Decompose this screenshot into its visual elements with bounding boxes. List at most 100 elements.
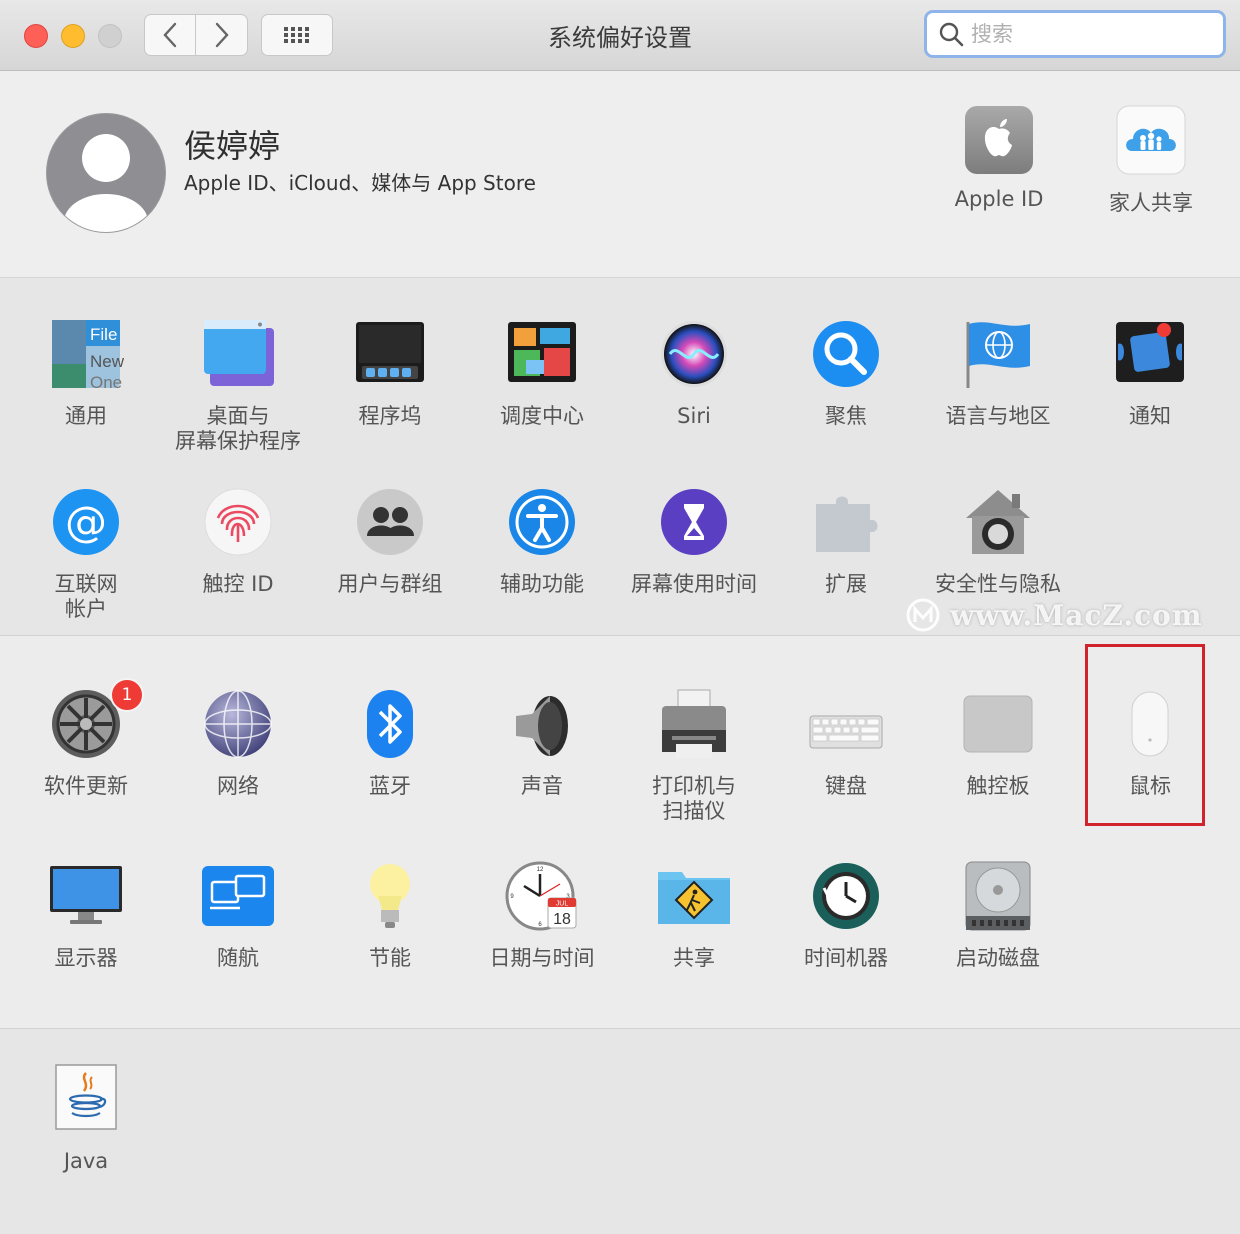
minimize-window-button[interactable] <box>61 24 85 48</box>
sharing-icon <box>658 872 730 924</box>
bluetooth-icon <box>367 690 413 758</box>
family-sharing-label: 家人共享 <box>1109 191 1193 215</box>
svg-text:12: 12 <box>537 867 544 873</box>
screen-time-label: 屏幕使用时间 <box>631 572 757 596</box>
pref-bluetooth[interactable]: 蓝牙 <box>314 686 466 799</box>
title-bar: 系统偏好设置 <box>0 0 1240 71</box>
grid-icon <box>284 27 309 43</box>
pref-trackpad[interactable]: 触控板 <box>922 686 1074 799</box>
chevron-left-icon <box>163 22 177 48</box>
pref-printers-scanners[interactable]: 打印机与 扫描仪 <box>618 686 770 824</box>
pref-touch-id[interactable]: 触控 ID <box>162 484 314 597</box>
pref-network[interactable]: 网络 <box>162 686 314 799</box>
pref-notifications[interactable]: 通知 <box>1074 316 1226 429</box>
calendar-month: JUL <box>556 901 569 908</box>
other-prefs-section: Java <box>0 1029 1240 1234</box>
apple-id-icon <box>965 106 1033 174</box>
security-privacy-label: 安全性与隐私 <box>935 572 1061 596</box>
close-window-button[interactable] <box>24 24 48 48</box>
language-region-icon <box>966 322 1030 388</box>
accessibility-label: 辅助功能 <box>500 572 584 596</box>
displays-icon <box>50 866 122 924</box>
user-avatar[interactable] <box>46 113 166 233</box>
pref-displays[interactable]: 显示器 <box>10 858 162 971</box>
energy-saver-label: 节能 <box>369 946 411 970</box>
users-groups-label: 用户与群组 <box>337 572 443 596</box>
pref-apple-id[interactable]: Apple ID <box>924 105 1074 211</box>
sound-label: 声音 <box>521 774 563 798</box>
startup-disk-icon <box>965 861 1031 931</box>
pref-users-groups[interactable]: 用户与群组 <box>314 484 466 597</box>
pref-dock[interactable]: 程序坞 <box>314 316 466 429</box>
keyboard-icon <box>809 715 883 749</box>
keyboard-label: 键盘 <box>825 774 867 798</box>
spotlight-icon <box>813 321 879 387</box>
siri-label: Siri <box>677 404 711 428</box>
account-header: 侯婷婷 Apple ID、iCloud、媒体与 App Store Apple … <box>0 71 1240 278</box>
user-name[interactable]: 侯婷婷 <box>184 121 280 167</box>
printers-scanners-label: 打印机与 扫描仪 <box>652 774 736 823</box>
extensions-label: 扩展 <box>825 572 867 596</box>
window-title: 系统偏好设置 <box>548 24 692 52</box>
accessibility-icon <box>509 489 575 555</box>
pref-keyboard[interactable]: 键盘 <box>770 686 922 799</box>
pref-java[interactable]: Java <box>10 1061 162 1174</box>
desktop-screensaver-icon <box>204 320 274 386</box>
macz-logo-icon <box>906 598 940 632</box>
touch-id-label: 触控 ID <box>202 572 274 596</box>
pref-accessibility[interactable]: 辅助功能 <box>466 484 618 597</box>
svg-text:One: One <box>90 373 122 392</box>
search-input[interactable] <box>969 21 1213 47</box>
pref-extensions[interactable]: 扩展 <box>770 484 922 597</box>
java-label: Java <box>63 1149 109 1173</box>
pref-screen-time[interactable]: 屏幕使用时间 <box>618 484 770 597</box>
pref-security-privacy[interactable]: 安全性与隐私 <box>922 484 1074 597</box>
pref-energy-saver[interactable]: 节能 <box>314 858 466 971</box>
user-silhouette-icon <box>64 134 148 232</box>
energy-saver-icon <box>370 864 410 928</box>
watermark: www.MacZ.com <box>906 598 1202 632</box>
pref-general[interactable]: File New One 通用 <box>10 316 162 429</box>
update-count-badge: 1 <box>110 678 144 712</box>
pref-startup-disk[interactable]: 启动磁盘 <box>922 858 1074 971</box>
pref-desktop-screensaver[interactable]: 桌面与 屏幕保护程序 <box>162 316 314 454</box>
notifications-label: 通知 <box>1129 404 1171 428</box>
pref-language-region[interactable]: 语言与地区 <box>922 316 1074 429</box>
startup-disk-label: 启动磁盘 <box>956 946 1040 970</box>
svg-text:File: File <box>90 325 117 344</box>
pref-date-time[interactable]: 12 3 6 9 JUL 18 日期与时间 <box>466 858 618 971</box>
search-field[interactable] <box>924 10 1226 58</box>
pref-siri[interactable]: Siri <box>618 316 770 429</box>
dock-icon <box>356 322 424 382</box>
network-icon <box>204 690 272 758</box>
trackpad-icon <box>963 695 1033 753</box>
security-privacy-icon <box>966 490 1030 554</box>
apple-id-label: Apple ID <box>954 187 1044 211</box>
back-button[interactable] <box>144 14 196 56</box>
date-time-label: 日期与时间 <box>489 946 595 970</box>
pref-software-update[interactable]: 1 软件更新 <box>10 678 162 799</box>
show-all-button[interactable] <box>261 14 333 56</box>
hardware-prefs-section: 1 软件更新 网络 蓝牙 声音 打印机与 扫描仪 键盘 触控板 鼠标 显示器 随… <box>0 636 1240 1029</box>
pref-sound[interactable]: 声音 <box>466 686 618 799</box>
forward-button[interactable] <box>196 14 248 56</box>
pref-internet-accounts[interactable]: @ 互联网 帐户 <box>10 484 162 622</box>
pref-mission-control[interactable]: 调度中心 <box>466 316 618 429</box>
pref-family-sharing[interactable]: 家人共享 <box>1076 105 1226 217</box>
pref-sharing[interactable]: 共享 <box>618 858 770 971</box>
users-groups-icon <box>357 489 423 555</box>
touch-id-icon <box>204 488 272 556</box>
family-sharing-icon <box>1116 105 1186 175</box>
network-label: 网络 <box>217 774 259 798</box>
notifications-icon <box>1116 322 1184 382</box>
personal-prefs-section: File New One 通用 桌面与 屏幕保护程序 程序坞 调度中心 Siri… <box>0 278 1240 636</box>
pref-sidecar[interactable]: 随航 <box>162 858 314 971</box>
pref-time-machine[interactable]: 时间机器 <box>770 858 922 971</box>
trackpad-label: 触控板 <box>966 774 1030 798</box>
extensions-icon <box>816 496 878 552</box>
mission-control-icon <box>508 322 576 382</box>
pref-spotlight[interactable]: 聚焦 <box>770 316 922 429</box>
software-update-label: 软件更新 <box>44 774 128 798</box>
sound-icon <box>516 696 568 756</box>
screen-time-icon <box>661 489 727 555</box>
